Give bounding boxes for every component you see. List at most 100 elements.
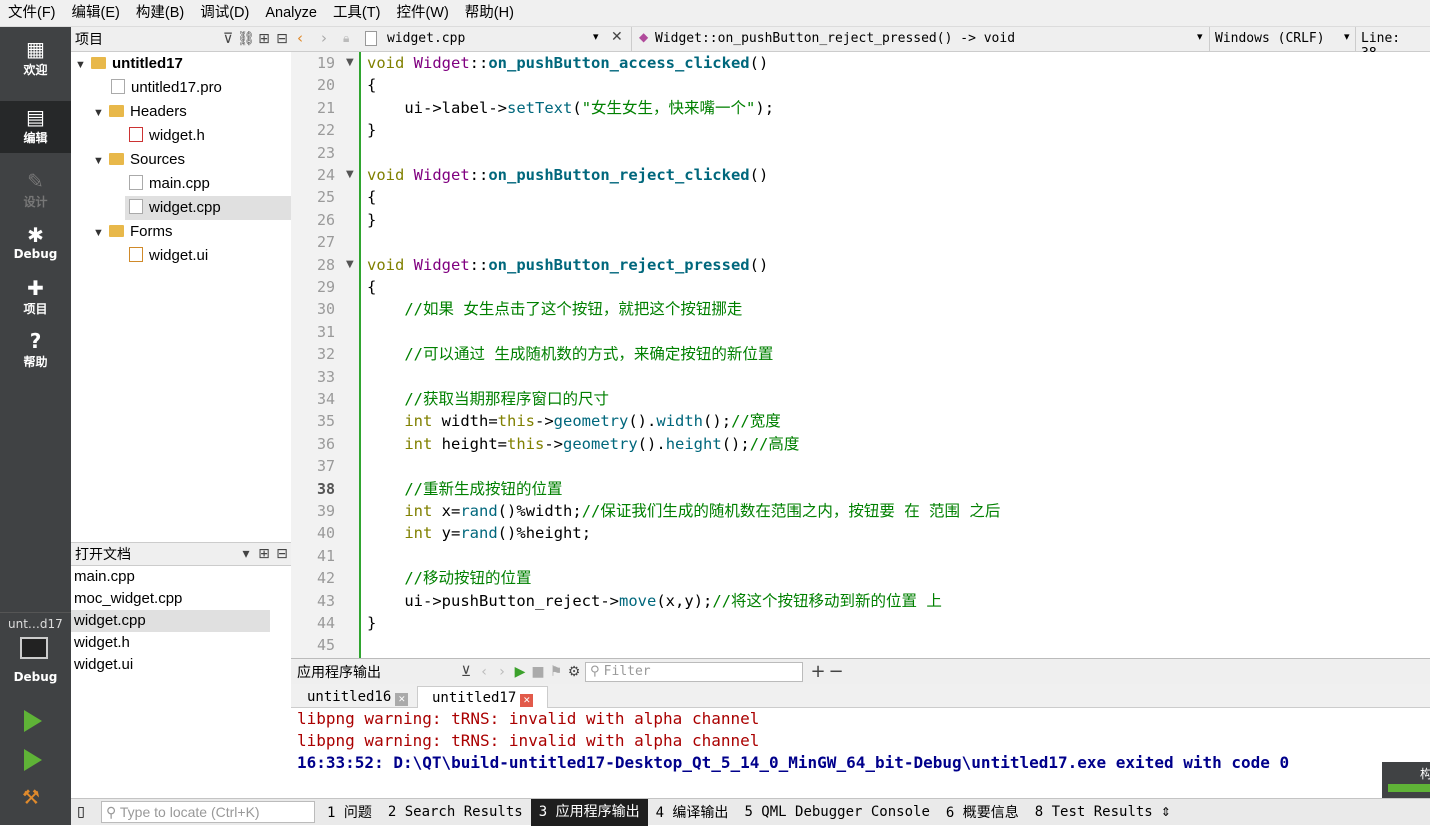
code-line[interactable]: ui->label->setText("女生女生，快来嘴一个"); bbox=[367, 97, 774, 119]
code-line[interactable]: //获取当期那程序窗口的尺寸 bbox=[367, 388, 609, 410]
settings-gear-icon[interactable]: ⚙ bbox=[565, 664, 583, 680]
filter-icon[interactable]: ⊽ bbox=[219, 31, 237, 47]
mode-help[interactable]: ? 帮助 bbox=[0, 325, 71, 377]
split-icon[interactable]: ⊞ bbox=[255, 31, 273, 47]
locator-input[interactable]: ⚲ Type to locate (Ctrl+K) bbox=[101, 801, 315, 823]
clear-output-icon[interactable]: ⊻ bbox=[457, 664, 475, 680]
fold-arrow-icon[interactable]: ▼ bbox=[346, 169, 354, 180]
pane-qml-debugger-console[interactable]: 5 QML Debugger Console bbox=[736, 804, 937, 820]
pane-search-results[interactable]: 2 Search Results bbox=[380, 804, 531, 820]
code-line[interactable]: } bbox=[367, 209, 376, 231]
pane-test-results[interactable]: 8 Test Results bbox=[1027, 804, 1161, 820]
fold-arrow-icon[interactable]: ▼ bbox=[346, 259, 354, 270]
output-tab-untitled17[interactable]: untitled17 ✕ bbox=[417, 686, 549, 708]
menu-help[interactable]: 帮助(H) bbox=[457, 0, 522, 27]
attach-debugger-icon[interactable]: ⚑ bbox=[547, 664, 565, 680]
code-line[interactable]: } bbox=[367, 612, 376, 634]
next-icon[interactable]: › bbox=[493, 664, 511, 680]
run-icon[interactable] bbox=[24, 710, 42, 732]
code-line[interactable]: { bbox=[367, 74, 376, 96]
code-line[interactable]: void Widget::on_pushButton_reject_clicke… bbox=[367, 164, 768, 186]
open-documents-title[interactable]: 打开文档 bbox=[75, 544, 237, 564]
chevron-down-icon[interactable]: ▼ bbox=[93, 101, 109, 125]
link-icon[interactable]: ⛓ bbox=[237, 31, 255, 47]
tree-node-sources[interactable]: ▼ Sources bbox=[93, 148, 185, 172]
fold-arrow-icon[interactable]: ▼ bbox=[346, 57, 354, 68]
symbol-dropdown-icon[interactable]: ▾ bbox=[1197, 30, 1203, 43]
code-line[interactable]: int height=this->geometry().height();//高… bbox=[367, 433, 799, 455]
output-filter-input[interactable]: ⚲ Filter bbox=[585, 661, 803, 682]
mode-welcome[interactable]: ▦ 欢迎 bbox=[0, 33, 71, 85]
menu-analyze[interactable]: Analyze bbox=[257, 0, 325, 27]
menu-debug[interactable]: 调试(D) bbox=[192, 0, 257, 27]
menu-widgets[interactable]: 控件(W) bbox=[388, 0, 456, 27]
code-line[interactable]: int y=rand()%height; bbox=[367, 522, 591, 544]
output-tab-untitled16[interactable]: untitled16 ✕ bbox=[293, 686, 422, 708]
split-icon[interactable]: ⊞ bbox=[255, 546, 273, 562]
pane-general-messages[interactable]: 6 概要信息 bbox=[938, 802, 1027, 822]
mode-projects[interactable]: ✚ 项目 bbox=[0, 272, 71, 324]
chevron-down-icon[interactable]: ▼ bbox=[75, 53, 91, 77]
debug-run-icon[interactable] bbox=[24, 749, 42, 771]
close-tab-icon[interactable]: ✕ bbox=[520, 694, 534, 707]
code-line[interactable]: ui->pushButton_reject->move(x,y);//将这个按钮… bbox=[367, 590, 942, 612]
forward-arrow-icon[interactable]: › bbox=[321, 29, 327, 47]
stop-icon[interactable]: ■ bbox=[529, 664, 547, 680]
tree-node-widget-h[interactable]: widget.h bbox=[129, 124, 205, 148]
code-line[interactable]: } bbox=[367, 119, 376, 141]
code-line[interactable]: void Widget::on_pushButton_reject_presse… bbox=[367, 254, 768, 276]
code-line[interactable]: //可以通过 生成随机数的方式，来确定按钮的新位置 bbox=[367, 343, 773, 365]
toggle-sidebar-icon[interactable]: ▯ bbox=[71, 804, 91, 820]
symbol-selector[interactable]: Widget::on_pushButton_reject_pressed() -… bbox=[655, 31, 1015, 46]
back-arrow-icon[interactable]: ‹ bbox=[297, 29, 303, 47]
tree-node-forms[interactable]: ▼ Forms bbox=[93, 220, 173, 244]
pane-issues[interactable]: 1 问题 bbox=[319, 802, 380, 822]
zoom-out-icon[interactable]: − bbox=[827, 661, 845, 682]
code-line[interactable]: { bbox=[367, 186, 376, 208]
open-doc-item[interactable]: widget.h bbox=[71, 632, 270, 654]
more-panes-icon[interactable]: ⇕ bbox=[1161, 805, 1171, 819]
tree-node-pro[interactable]: untitled17.pro bbox=[111, 76, 222, 100]
mode-debug[interactable]: ✱ Debug bbox=[0, 219, 71, 271]
code-line[interactable]: int x=rand()%width;//保证我们生成的随机数在范围之内，按钮要… bbox=[367, 500, 1000, 522]
tree-node-headers[interactable]: ▼ Headers bbox=[93, 100, 187, 124]
menu-tools[interactable]: 工具(T) bbox=[325, 0, 389, 27]
chevron-down-icon[interactable]: ▼ bbox=[93, 149, 109, 173]
zoom-in-icon[interactable]: + bbox=[809, 661, 827, 682]
application-output[interactable]: libpng warning: tRNS: invalid with alpha… bbox=[291, 708, 1430, 798]
mode-design[interactable]: ✎ 设计 bbox=[0, 165, 71, 217]
tree-node-untitled17[interactable]: ▼ untitled17 bbox=[75, 52, 183, 76]
menu-file[interactable]: 文件(F) bbox=[0, 0, 64, 27]
menu-build[interactable]: 构建(B) bbox=[128, 0, 192, 27]
code-line[interactable]: { bbox=[367, 276, 376, 298]
line-ending-dropdown-icon[interactable]: ▾ bbox=[1344, 30, 1350, 43]
build-hammer-icon[interactable]: ⚒ bbox=[22, 785, 40, 809]
previous-icon[interactable]: ‹ bbox=[475, 664, 493, 680]
dropdown-arrow-icon[interactable]: ▾ bbox=[237, 546, 255, 562]
chevron-down-icon[interactable]: ▼ bbox=[93, 221, 109, 245]
monitor-icon[interactable] bbox=[20, 637, 48, 659]
open-doc-item[interactable]: widget.cpp bbox=[71, 610, 270, 632]
code-line[interactable]: //移动按钮的位置 bbox=[367, 567, 531, 589]
code-line[interactable]: int width=this->geometry().width();//宽度 bbox=[367, 410, 780, 432]
pane-compile-output[interactable]: 4 编译输出 bbox=[648, 802, 737, 822]
open-doc-item[interactable]: main.cpp bbox=[71, 566, 270, 588]
tree-node-main-cpp[interactable]: main.cpp bbox=[129, 172, 210, 196]
code-line[interactable]: //如果 女生点击了这个按钮，就把这个按钮挪走 bbox=[367, 298, 742, 320]
rerun-icon[interactable]: ▶ bbox=[511, 664, 529, 680]
open-doc-item[interactable]: widget.ui bbox=[71, 654, 270, 676]
menu-edit[interactable]: 编辑(E) bbox=[64, 0, 128, 27]
pane-application-output[interactable]: 3 应用程序输出 bbox=[530, 798, 648, 826]
file-dropdown-icon[interactable]: ▾ bbox=[593, 30, 599, 43]
mode-edit[interactable]: ▤ 编辑 bbox=[0, 101, 71, 153]
output-pane-title[interactable]: 应用程序输出 bbox=[291, 662, 457, 682]
tree-node-widget-ui[interactable]: widget.ui bbox=[129, 244, 208, 268]
line-ending-selector[interactable]: Windows (CRLF) bbox=[1215, 31, 1325, 46]
close-pane-icon[interactable]: ⊟ bbox=[273, 31, 291, 47]
close-file-icon[interactable]: ✕ bbox=[611, 29, 623, 45]
code-line[interactable]: void Widget::on_pushButton_access_clicke… bbox=[367, 52, 768, 74]
open-doc-item[interactable]: moc_widget.cpp bbox=[71, 588, 270, 610]
open-file-name[interactable]: widget.cpp bbox=[387, 31, 465, 46]
code-editor[interactable]: void Widget::on_pushButton_access_clicke… bbox=[361, 52, 1430, 658]
close-pane-icon[interactable]: ⊟ bbox=[273, 546, 291, 562]
